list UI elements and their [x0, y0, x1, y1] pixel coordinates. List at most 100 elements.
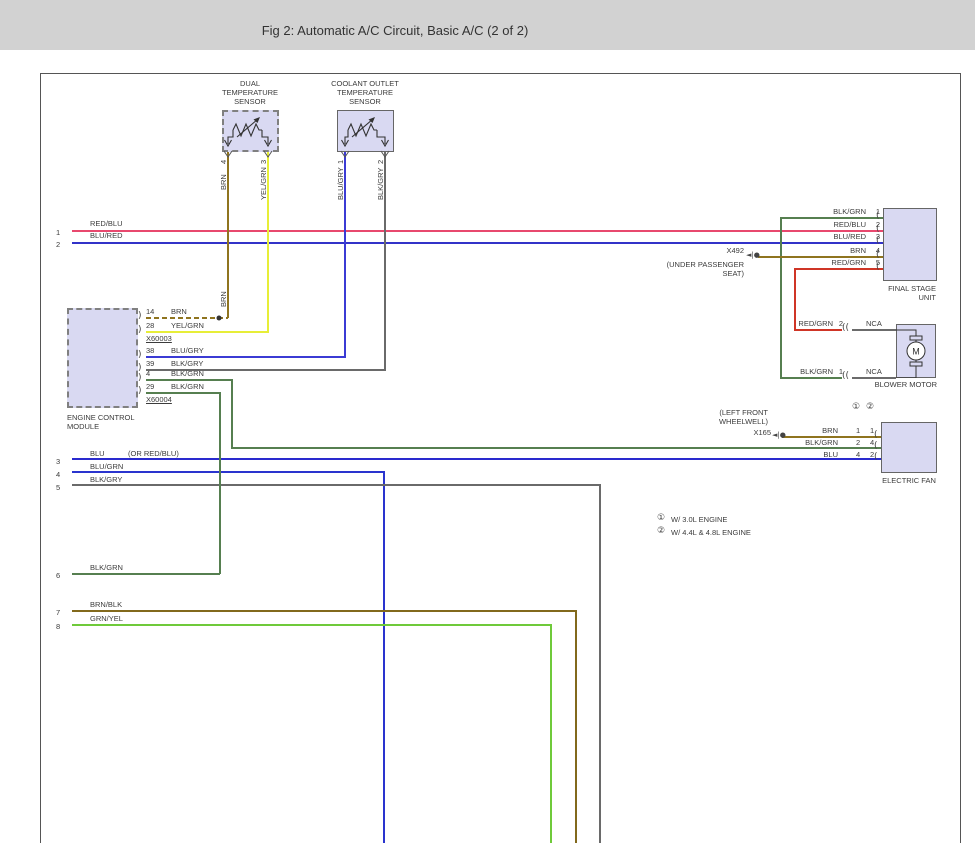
wire-color-label: RED/GRN [798, 320, 833, 328]
pin-arc-right-icon: ) [138, 326, 142, 335]
pin-number: 2 [856, 439, 860, 447]
wire-color-note: (OR RED/BLU) [128, 450, 179, 458]
row-number: 8 [56, 623, 60, 631]
wire-color-label: BRN/BLK [90, 601, 122, 609]
circled-1-icon: ① [657, 514, 665, 523]
connector-id: X165 [753, 429, 771, 437]
row-number: 5 [56, 484, 60, 492]
pin-arc-left-icon: ( [876, 263, 880, 272]
pin-arc-left-icon: ( [874, 453, 878, 462]
pin-number: 28 [146, 322, 154, 330]
pin-number: 39 [146, 360, 154, 368]
wire-color-label: BRN [220, 174, 228, 190]
location-note: (LEFT FRONT [719, 409, 768, 417]
inline-connector-icon: (( [842, 372, 849, 381]
pin-number: 1 [856, 427, 860, 435]
thermistor-icon [222, 110, 279, 152]
wire-color-label: BLU/RED [833, 233, 866, 241]
wire-color-label: BLU/GRY [337, 167, 345, 200]
dual-temp-sensor-name: SENSOR [234, 98, 266, 106]
wire-color-label: BLU/GRY [171, 347, 204, 355]
wire-color-label: RED/BLU [833, 221, 866, 229]
circled-1-icon: ① [852, 403, 860, 412]
wire-color-label: BLK/GRY [90, 476, 122, 484]
wire-color-label: BLK/GRN [171, 383, 204, 391]
wire-color-label: BRN [171, 308, 187, 316]
wire-color-label: BLU/GRN [90, 463, 123, 471]
connector-id: X492 [726, 247, 744, 255]
wire-color-label: RED/GRN [831, 259, 866, 267]
pin-number: 38 [146, 347, 154, 355]
wire-color-label: BLK/GRN [805, 439, 838, 447]
location-note: SEAT) [722, 270, 744, 278]
legend-item: W/ 4.4L & 4.8L ENGINE [671, 529, 751, 537]
coolant-sensor-name: TEMPERATURE [337, 89, 393, 97]
diagram-viewer: Fig 2: Automatic A/C Circuit, Basic A/C … [0, 0, 975, 862]
thermistor-icon [337, 110, 394, 152]
pin-arc-left-icon: ( [876, 251, 880, 260]
wire-color-label: YEL/GRN [171, 322, 204, 330]
component-label: FINAL STAGE [888, 285, 936, 293]
connector-id: X60004 [146, 396, 172, 404]
pin-arc-right-icon: ) [138, 374, 142, 383]
nca-label: NCA [866, 368, 882, 376]
pin-number: 3 [260, 160, 268, 164]
wire-blk-grn-ecm-pin4 [146, 380, 881, 448]
legend-item: W/ 3.0L ENGINE [671, 516, 727, 524]
connector-plug-icon: ◄|● [746, 251, 760, 260]
pin-arc-left-icon: ( [874, 431, 878, 440]
motor-icon: M [896, 324, 936, 378]
dual-temp-sensor-name: TEMPERATURE [222, 89, 278, 97]
dual-temp-sensor-name: DUAL [240, 80, 260, 88]
pin-number: 4 [220, 160, 228, 164]
pin-number: 1 [337, 160, 345, 164]
row-number: 4 [56, 471, 60, 479]
location-note: WHEELWELL) [719, 418, 768, 426]
junction-dot [217, 316, 222, 321]
location-note: (UNDER PASSENGER [667, 261, 744, 269]
pin-number: 29 [146, 383, 154, 391]
connector-id: X60003 [146, 335, 172, 343]
wire-row5-blk-gry [72, 485, 600, 843]
wire-color-label: BLU/RED [90, 232, 123, 240]
row-number: 7 [56, 609, 60, 617]
motor-m-label: M [912, 347, 920, 357]
wire-color-label: RED/BLU [90, 220, 123, 228]
wire-row7-brn-blk [72, 611, 576, 843]
pin-arc-right-icon: ) [138, 387, 142, 396]
wire-color-label: BRN [822, 427, 838, 435]
pin-number: 4 [146, 370, 150, 378]
wire-color-label: BLK/GRY [377, 168, 385, 200]
inline-connector-icon: (( [842, 324, 849, 333]
wire-color-label: BLK/GRN [90, 564, 123, 572]
circled-2-icon: ② [657, 527, 665, 536]
component-label: ENGINE CONTROL [67, 414, 135, 422]
component-label: ELECTRIC FAN [882, 477, 936, 485]
component-label: MODULE [67, 423, 99, 431]
pin-arc-left-icon: ( [876, 212, 880, 221]
pin-arc-left-icon: ( [876, 237, 880, 246]
wire-blk-grn-ecm-pin29 [146, 393, 220, 574]
component-label: UNIT [919, 294, 937, 302]
coolant-sensor-name: COOLANT OUTLET [331, 80, 399, 88]
wire-color-label: BLU [823, 451, 838, 459]
row-number: 3 [56, 458, 60, 466]
pin-arc-right-icon: ) [138, 351, 142, 360]
circled-2-icon: ② [866, 403, 874, 412]
wire-color-label: BRN [220, 291, 228, 307]
wire-row4-blu-grn [72, 472, 384, 843]
row-number: 6 [56, 572, 60, 580]
pin-arc-left-icon: ( [874, 442, 878, 451]
wire-color-label: GRN/YEL [90, 615, 123, 623]
connector-plug-icon: ◄|● [772, 431, 786, 440]
wire-color-label: BLK/GRN [171, 370, 204, 378]
component-label: BLOWER MOTOR [875, 381, 937, 389]
wire-color-label: YEL/GRN [260, 167, 268, 200]
wire-color-label: BLK/GRN [833, 208, 866, 216]
pin-arc-right-icon: ) [138, 312, 142, 321]
wire-color-label: BLK/GRY [171, 360, 203, 368]
wire-color-label: BLK/GRN [800, 368, 833, 376]
row-number: 1 [56, 229, 60, 237]
pin-number: 14 [146, 308, 154, 316]
wire-color-label: BRN [850, 247, 866, 255]
